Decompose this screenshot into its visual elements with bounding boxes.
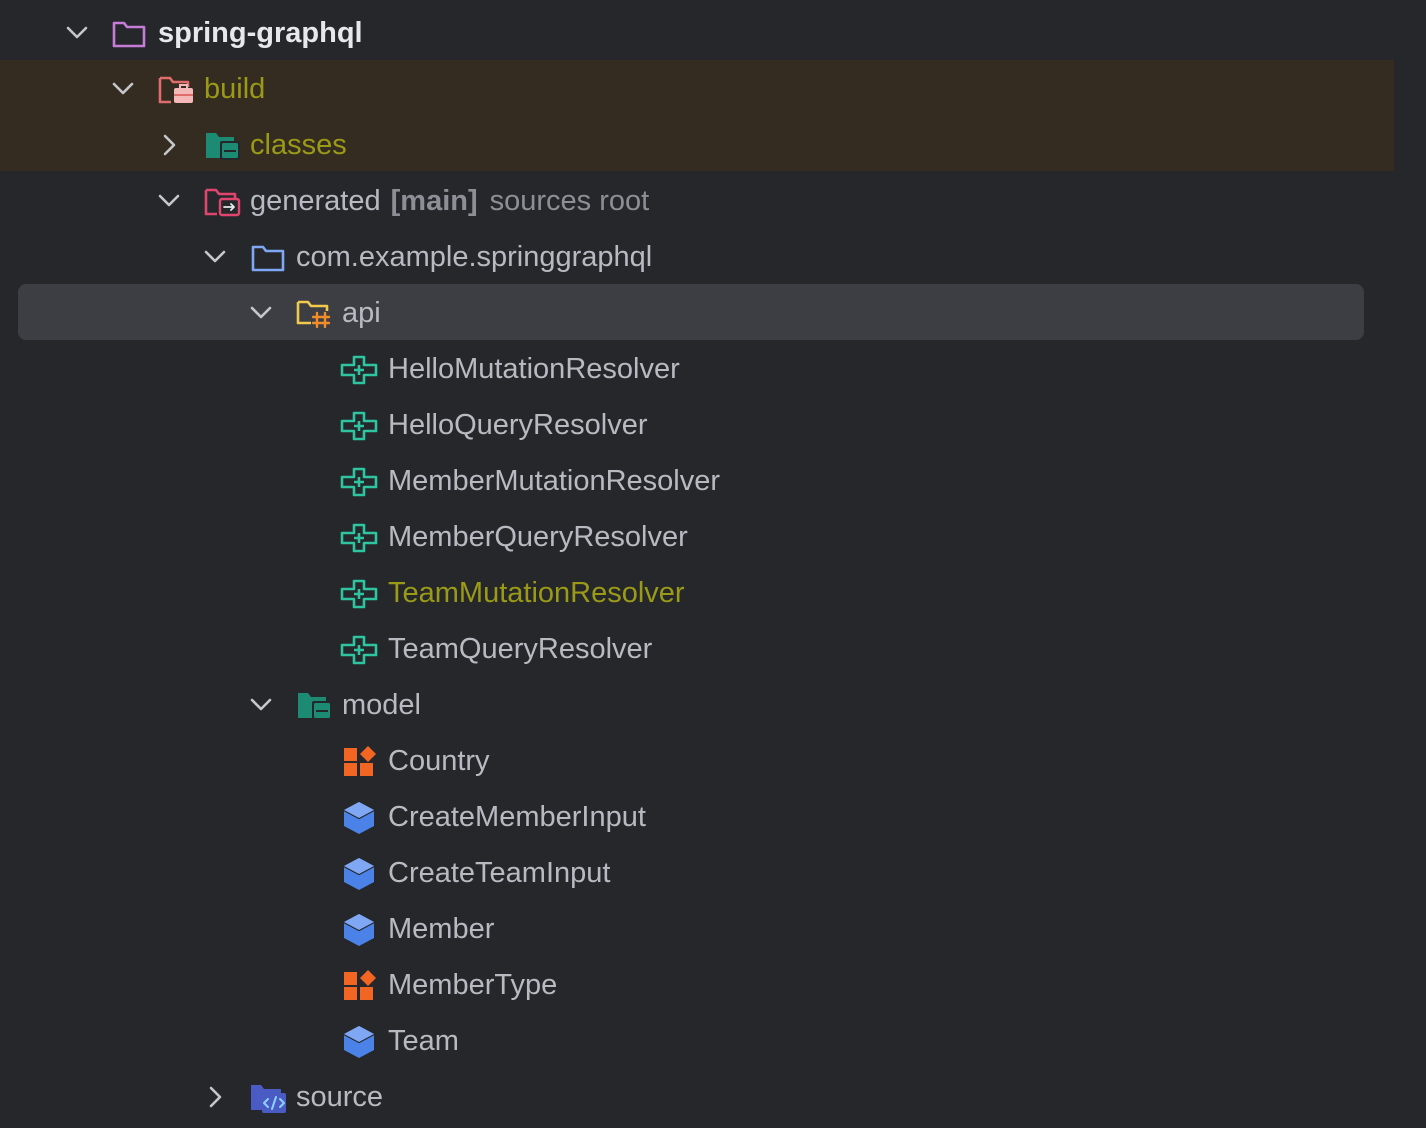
tree-label-api: api bbox=[342, 297, 381, 329]
tree-row-member-type[interactable]: MemberType bbox=[0, 957, 1394, 1013]
chevron-down-icon[interactable] bbox=[200, 242, 230, 272]
tree-label-generated: generated [main] sources root bbox=[250, 173, 649, 229]
chevron-down-icon[interactable] bbox=[246, 690, 276, 720]
interface-icon bbox=[340, 635, 378, 665]
chevron-down-icon[interactable] bbox=[246, 298, 276, 328]
tree-label-build: build bbox=[204, 73, 266, 105]
chevron-down-icon[interactable] bbox=[108, 74, 138, 104]
tree-label-model-item: Member bbox=[388, 913, 495, 945]
project-tree: spring-graphql build classes generated [… bbox=[0, 0, 1426, 1128]
tree-label-model-item: MemberType bbox=[388, 969, 558, 1001]
tree-row-package[interactable]: com.example.springgraphql bbox=[0, 229, 1394, 285]
tree-label-model-item: CreateTeamInput bbox=[388, 857, 611, 889]
package-folder-icon bbox=[206, 133, 240, 160]
sources-root-hint: sources root bbox=[489, 185, 650, 217]
enum-icon bbox=[344, 746, 376, 776]
tree-row-country[interactable]: Country bbox=[0, 733, 1394, 789]
tree-row-team[interactable]: Team bbox=[0, 1013, 1394, 1069]
chevron-down-icon[interactable] bbox=[154, 186, 184, 216]
tree-row-create-member-input[interactable]: CreateMemberInput bbox=[0, 789, 1394, 845]
class-icon bbox=[343, 858, 375, 890]
tree-label-model: model bbox=[342, 689, 421, 721]
tree-label-model-item: Country bbox=[388, 745, 490, 777]
tree-label-source: source bbox=[296, 1081, 384, 1113]
enum-icon bbox=[344, 970, 376, 1000]
tree-label-api-item: TeamQueryResolver bbox=[388, 633, 653, 665]
source-set-tag: [main] bbox=[390, 185, 478, 217]
api-folder-icon bbox=[296, 300, 331, 329]
tree-row-member-mutation-resolver[interactable]: MemberMutationResolver bbox=[0, 453, 1394, 509]
excluded-folder-icon bbox=[158, 76, 193, 104]
tree-label-api-item: HelloQueryResolver bbox=[388, 409, 648, 441]
tree-row-team-query-resolver[interactable]: TeamQueryResolver bbox=[0, 621, 1394, 677]
tree-row-model[interactable]: model bbox=[0, 677, 1394, 733]
tree-label-model-item: Team bbox=[388, 1025, 459, 1057]
tree-row-member[interactable]: Member bbox=[0, 901, 1394, 957]
interface-icon bbox=[340, 411, 378, 441]
tree-row-api[interactable]: api bbox=[0, 285, 1394, 341]
tree-row-spring-graphql[interactable]: spring-graphql bbox=[0, 5, 1394, 61]
tree-row-hello-mutation-resolver[interactable]: HelloMutationResolver bbox=[0, 341, 1394, 397]
interface-icon bbox=[340, 579, 378, 609]
class-icon bbox=[343, 914, 375, 946]
source-folder-icon bbox=[251, 1085, 286, 1113]
chevron-down-icon[interactable] bbox=[62, 18, 92, 48]
tree-label-api-item: MemberQueryResolver bbox=[388, 521, 688, 553]
chevron-right-icon[interactable] bbox=[200, 1082, 230, 1112]
interface-icon bbox=[340, 467, 378, 497]
class-icon bbox=[343, 1026, 375, 1058]
tree-row-member-query-resolver[interactable]: MemberQueryResolver bbox=[0, 509, 1394, 565]
tree-label-api-item: HelloMutationResolver bbox=[388, 353, 680, 385]
interface-icon bbox=[340, 355, 378, 385]
generated-name: generated bbox=[250, 185, 381, 217]
tree-label-classes: classes bbox=[250, 129, 347, 161]
module-folder-icon bbox=[112, 21, 146, 48]
tree-label-api-item: MemberMutationResolver bbox=[388, 465, 721, 497]
package-folder-icon bbox=[298, 693, 332, 720]
tree-row-hello-query-resolver[interactable]: HelloQueryResolver bbox=[0, 397, 1394, 453]
tree-row-build[interactable]: build bbox=[0, 61, 1394, 117]
tree-label-root: spring-graphql bbox=[158, 17, 363, 49]
tree-row-generated[interactable]: generated [main] sources root bbox=[0, 173, 1394, 229]
folder-icon bbox=[251, 245, 285, 272]
tree-row-team-mutation-resolver[interactable]: TeamMutationResolver bbox=[0, 565, 1394, 621]
tree-row-source[interactable]: source bbox=[0, 1069, 1394, 1125]
tree-label-package: com.example.springgraphql bbox=[296, 241, 653, 273]
interface-icon bbox=[340, 523, 378, 553]
tree-label-model-item: CreateMemberInput bbox=[388, 801, 646, 833]
chevron-right-icon[interactable] bbox=[154, 130, 184, 160]
tree-row-create-team-input[interactable]: CreateTeamInput bbox=[0, 845, 1394, 901]
generated-sources-root-icon bbox=[204, 188, 241, 217]
tree-row-classes[interactable]: classes bbox=[0, 117, 1394, 173]
class-icon bbox=[343, 802, 375, 834]
tree-label-api-item-modified: TeamMutationResolver bbox=[388, 577, 685, 609]
